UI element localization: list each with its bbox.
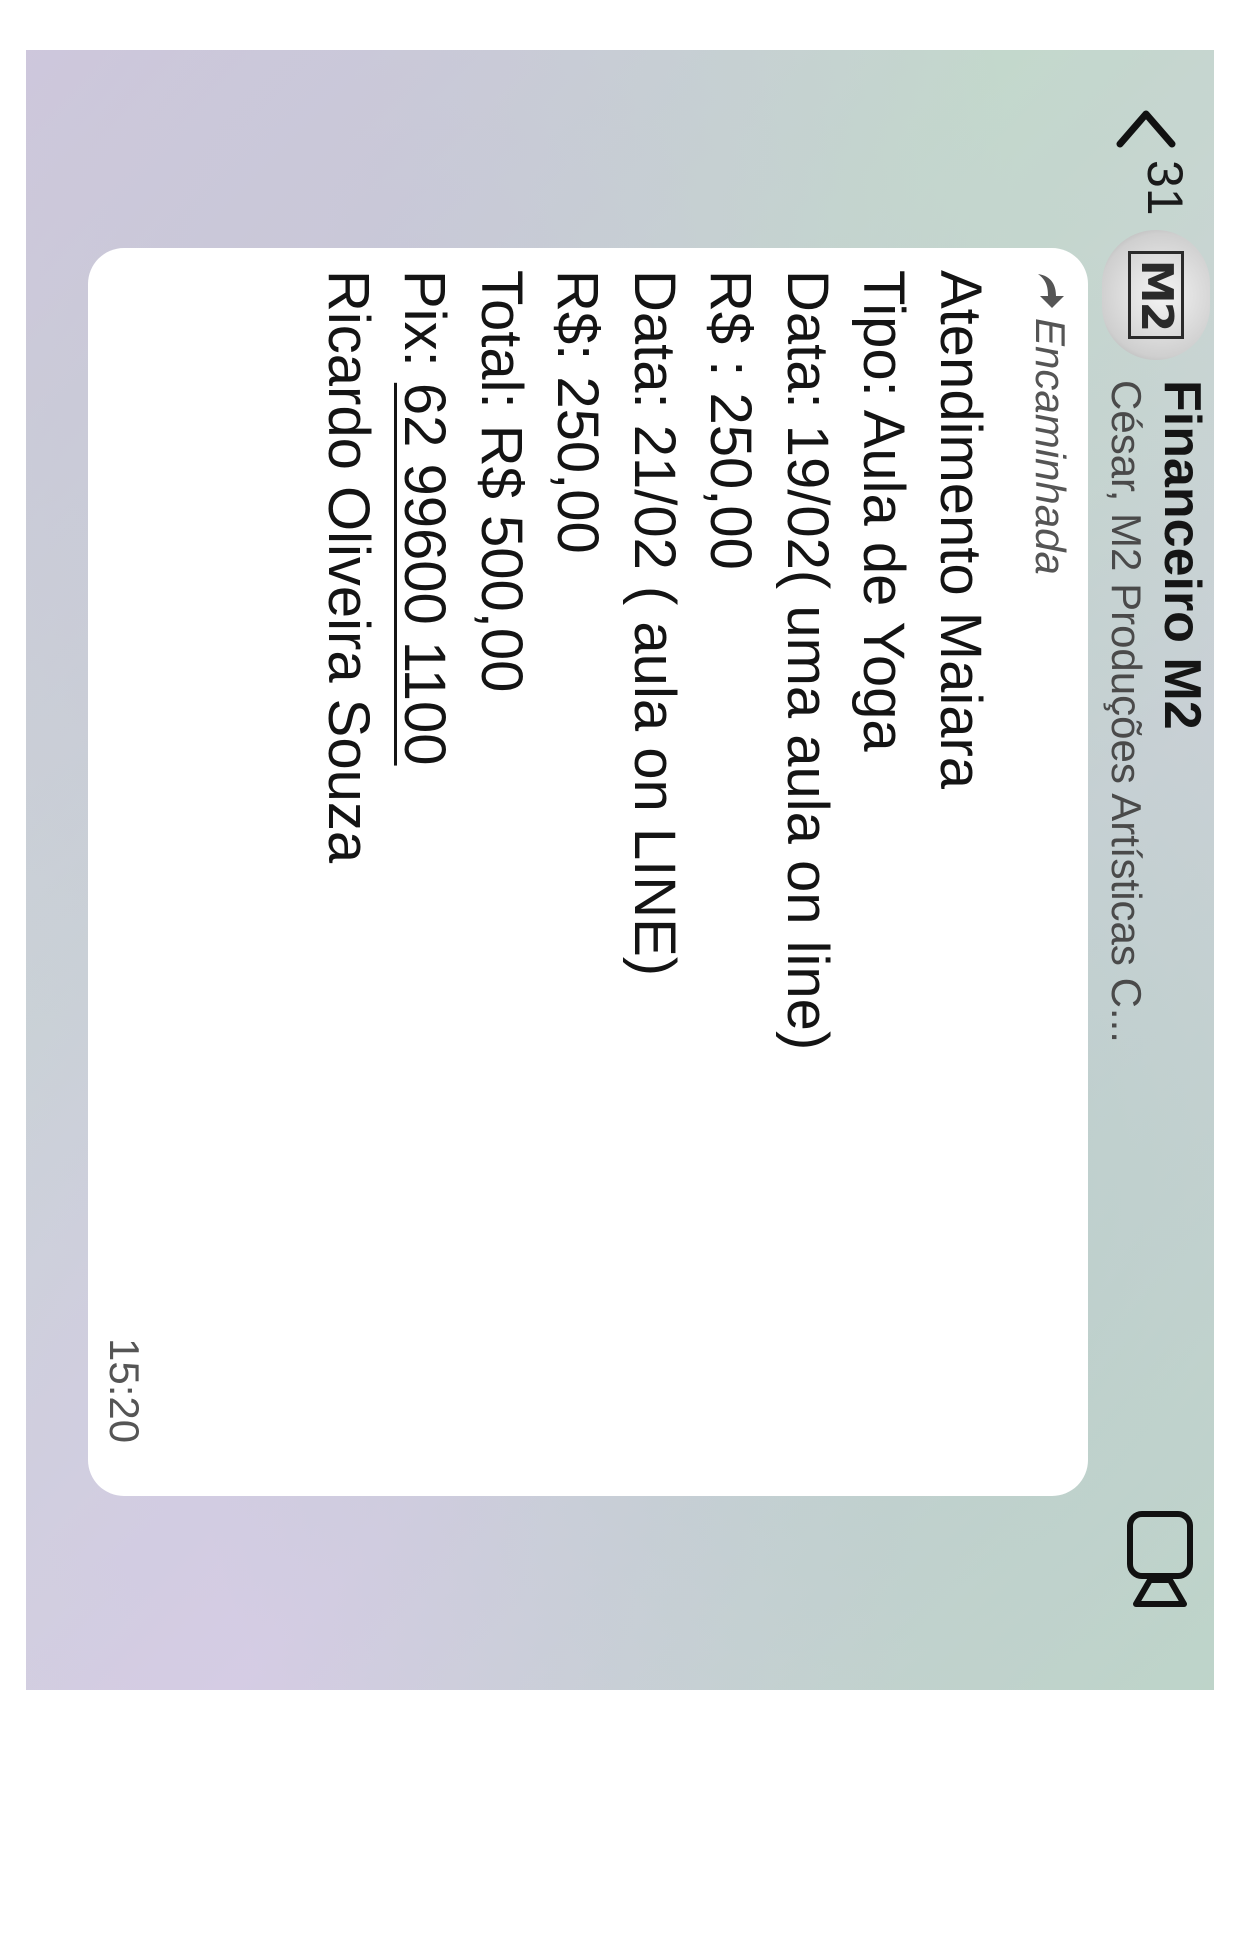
message-line: Data: 21/02 ( aula on LINE)	[622, 270, 687, 977]
message-line: Tipo: Aula de Yoga	[851, 270, 917, 752]
unread-count: 31	[1137, 160, 1193, 216]
message-line: R$: 250,00	[545, 270, 611, 554]
message-timestamp: 15:20	[101, 1338, 148, 1444]
forward-arrow-icon	[1030, 270, 1070, 310]
message-bubble[interactable]: Encaminhada Atendimento Maiara Tipo: Aul…	[88, 248, 1088, 1496]
video-call-button[interactable]	[1120, 1510, 1200, 1610]
pix-label: Pix:	[392, 270, 458, 383]
signature-line: Ricardo Oliveira Souza	[316, 270, 381, 864]
avatar-logo: M2	[1128, 250, 1184, 340]
chat-title[interactable]: Financeiro M2	[1152, 380, 1212, 730]
back-button[interactable]	[1116, 106, 1176, 150]
chevron-left-icon	[1116, 110, 1176, 148]
avatar[interactable]: M2	[1102, 230, 1210, 360]
message-line: R$ : 250,00	[698, 270, 764, 570]
video-camera-icon	[1127, 1511, 1193, 1607]
scanned-photo: 31 M2 Financeiro M2 César, M2 Produções …	[26, 50, 1214, 1690]
chat-subtitle[interactable]: César, M2 Produções Artísticas C...	[1102, 380, 1150, 1043]
chat-screen: 31 M2 Financeiro M2 César, M2 Produções …	[26, 50, 1214, 1690]
forwarded-label: Encaminhada	[1026, 270, 1074, 575]
pix-number-link[interactable]: 62 99600 1100	[393, 383, 458, 766]
message-line: Data: 19/02( uma aula on line)	[775, 270, 840, 1051]
message-body: Atendimento Maiara Tipo: Aula de Yoga Da…	[310, 270, 999, 1050]
message-line: Total: R$ 500,00	[469, 270, 534, 693]
pix-line: Pix: 62 99600 1100	[386, 270, 463, 1050]
message-line: Atendimento Maiara	[928, 270, 993, 790]
forwarded-text: Encaminhada	[1027, 318, 1074, 575]
